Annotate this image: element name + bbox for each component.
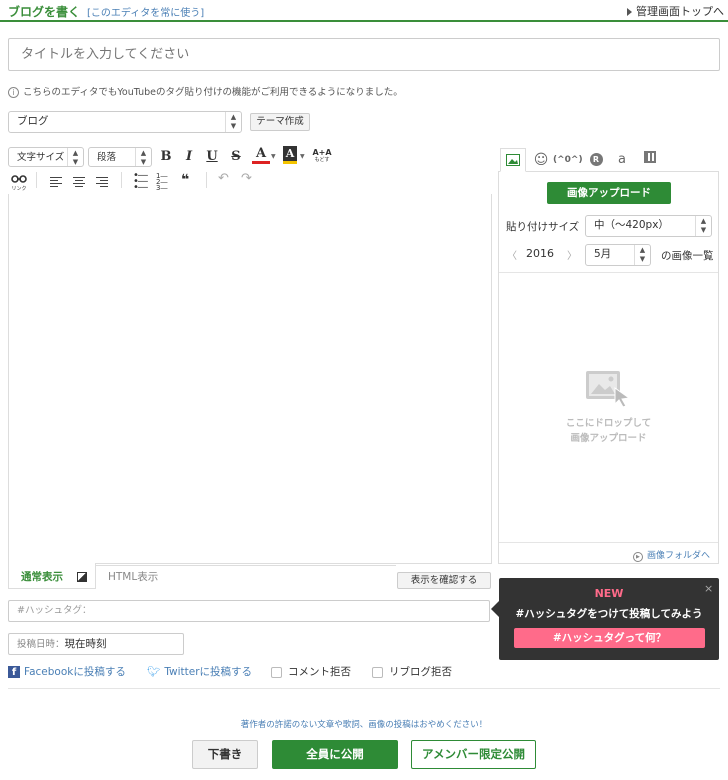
- toolbar-divider: [121, 172, 122, 188]
- year-prev-icon[interactable]: 〈: [507, 247, 517, 262]
- drop-hint: ここにドロップして 画像アップロード: [565, 418, 652, 444]
- font-size-select[interactable]: 文字サイズ ▲ ▼: [8, 147, 84, 167]
- category-select[interactable]: ブログ ▲ ▼: [8, 111, 242, 133]
- create-theme-button[interactable]: テーマ作成: [250, 113, 310, 131]
- align-center-button[interactable]: [73, 175, 85, 189]
- image-list-label: の画像一覧: [661, 250, 714, 262]
- paragraph-select[interactable]: 段落 ▲ ▼: [88, 147, 152, 167]
- page-title: ブログを書く: [8, 5, 81, 19]
- no-reblog-checkbox[interactable]: リブログ拒否: [372, 664, 452, 679]
- title-input[interactable]: [8, 38, 720, 71]
- what-is-hashtag-button[interactable]: #ハッシュタグって何？: [514, 628, 705, 648]
- grid-icon: [644, 151, 656, 163]
- image-icon: [506, 154, 520, 166]
- select-arrows-icon: ▲ ▼: [634, 245, 650, 265]
- paste-size-label: 貼り付けサイズ: [506, 221, 580, 233]
- registered-tab[interactable]: R: [584, 151, 608, 171]
- bullet-list-button[interactable]: •― •― •―: [133, 171, 148, 193]
- image-upload-button[interactable]: 画像アップロード: [547, 182, 671, 204]
- paste-size-select[interactable]: 中（〜420px） ▲ ▼: [585, 215, 712, 237]
- emoticon-tab[interactable]: (^0^): [553, 151, 583, 171]
- copyright-note: 著作者の許諾のない文章や歌詞、画像の投稿はおやめください！: [240, 720, 488, 730]
- layout-toggle-icon: [76, 572, 87, 582]
- hashtag-input[interactable]: #ハッシュタグ：: [8, 600, 490, 622]
- post-date-field[interactable]: 投稿日時：現在時刻: [8, 633, 184, 655]
- bold-button[interactable]: B: [157, 148, 175, 166]
- draft-button[interactable]: 下書き: [192, 740, 258, 769]
- facebook-icon: f: [8, 666, 20, 678]
- italic-button[interactable]: I: [180, 148, 198, 166]
- preview-button[interactable]: 表示を確認する: [397, 572, 491, 589]
- align-left-button[interactable]: [50, 175, 62, 189]
- no-comment-checkbox[interactable]: コメント拒否: [271, 664, 351, 679]
- format-reset-button[interactable]: A+A もどす: [312, 148, 332, 164]
- text-color-button[interactable]: A: [252, 146, 270, 164]
- checkbox-icon: [372, 666, 383, 678]
- triangle-right-icon: [627, 8, 632, 16]
- youtube-notice: i こちらのエディタでもYouTubeのタグ貼り付けの機能がご利用できるようになり…: [8, 84, 403, 98]
- divider: [499, 542, 718, 543]
- select-arrows-icon: ▲ ▼: [135, 148, 151, 166]
- popup-message: #ハッシュタグをつけて投稿してみよう: [515, 608, 703, 620]
- toolbar-divider: [206, 172, 207, 188]
- image-folder-link[interactable]: ▶ 画像フォルダへ: [632, 548, 710, 562]
- facebook-share-link[interactable]: f Facebookに投稿する: [8, 664, 126, 679]
- admin-top-link[interactable]: 管理画面トップへ: [627, 3, 724, 19]
- qr-tab[interactable]: [638, 151, 662, 171]
- select-arrows-icon: ▲ ▼: [67, 148, 83, 166]
- toolbar-divider: [36, 172, 37, 188]
- tab-normal[interactable]: 通常表示: [8, 563, 96, 589]
- tab-image[interactable]: [500, 148, 526, 172]
- redo-icon[interactable]: ↷: [241, 171, 252, 186]
- link-icon: [11, 175, 27, 183]
- registered-icon: R: [589, 153, 603, 166]
- editor-body[interactable]: [8, 194, 492, 564]
- amazon-icon: a: [618, 152, 626, 167]
- image-drop-icon: [585, 370, 631, 411]
- select-arrows-icon: ▲ ▼: [225, 112, 241, 132]
- strikethrough-button[interactable]: S: [227, 148, 245, 166]
- emoji-tab[interactable]: ☺: [529, 151, 553, 171]
- year-label: 2016: [526, 247, 554, 260]
- play-circle-icon: ▶: [632, 552, 643, 562]
- select-arrows-icon: ▲ ▼: [695, 216, 711, 236]
- checkbox-icon: [271, 666, 282, 678]
- caret-down-icon: ▼: [300, 153, 305, 160]
- popup-arrow: [491, 601, 499, 617]
- amazon-tab[interactable]: a: [610, 151, 634, 171]
- always-use-editor-link[interactable]: [このエディタを常に使う]: [87, 4, 204, 19]
- new-badge: NEW: [594, 587, 624, 600]
- link-button[interactable]: リンク: [10, 173, 28, 192]
- align-right-button[interactable]: [96, 175, 108, 189]
- twitter-icon: 🐦︎: [147, 666, 161, 678]
- tab-html[interactable]: HTML表示: [96, 565, 396, 589]
- divider: [8, 688, 720, 689]
- background-color-button[interactable]: A: [283, 146, 297, 164]
- amember-publish-button[interactable]: アメンバー限定公開: [411, 740, 536, 769]
- publish-all-button[interactable]: 全員に公開: [272, 740, 398, 769]
- quote-button[interactable]: ❝: [181, 172, 189, 188]
- twitter-share-link[interactable]: 🐦︎ Twitterに投稿する: [147, 664, 252, 679]
- info-icon: i: [8, 87, 19, 98]
- numbered-list-button[interactable]: 1― 2― 3―: [156, 173, 167, 192]
- caret-down-icon: ▼: [271, 153, 276, 160]
- year-next-icon[interactable]: 〉: [567, 247, 577, 262]
- underline-button[interactable]: U: [203, 148, 221, 166]
- month-select[interactable]: 5月 ▲ ▼: [585, 244, 651, 266]
- undo-icon[interactable]: ↶: [218, 171, 229, 186]
